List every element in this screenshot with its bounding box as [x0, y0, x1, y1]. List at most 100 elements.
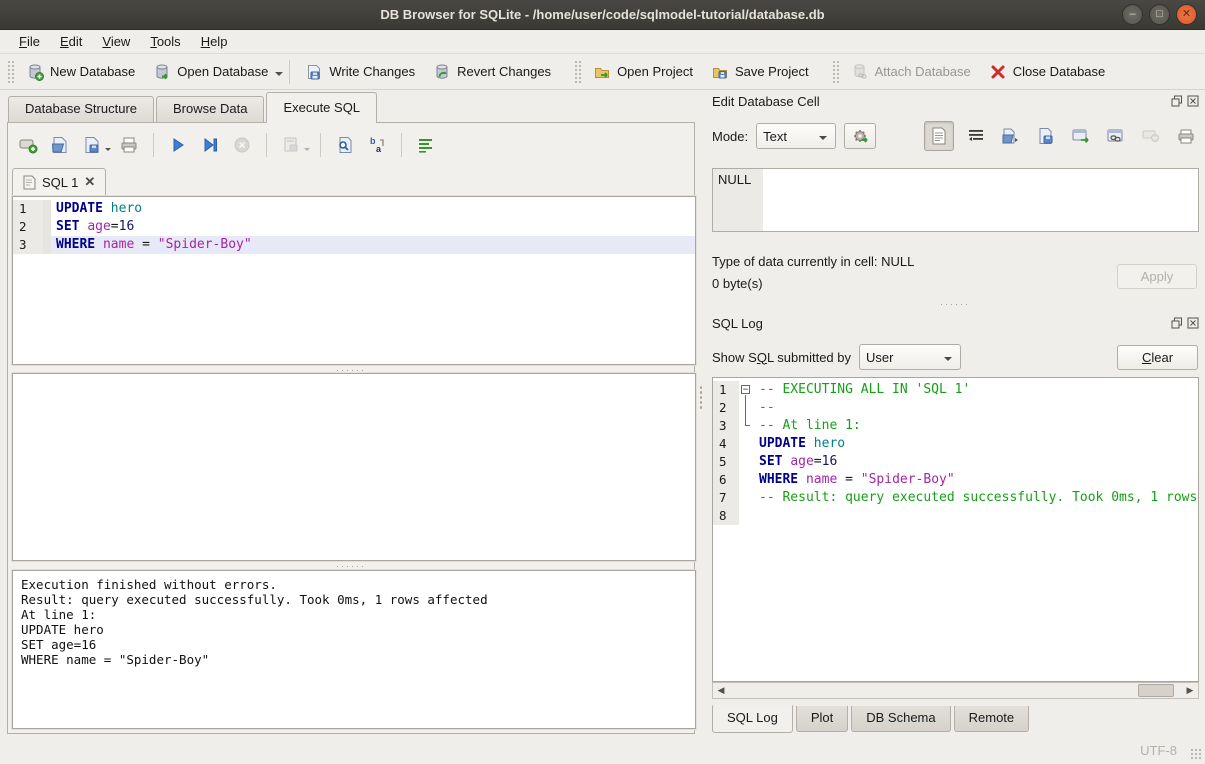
chevron-down-icon — [819, 136, 827, 144]
sql-log-hscrollbar[interactable]: ◀ ▶ — [712, 682, 1199, 699]
scroll-left-icon[interactable]: ◀ — [713, 683, 729, 698]
revert-changes-icon — [433, 63, 451, 81]
save-results-dropdown-icon — [304, 148, 310, 154]
menu-edit[interactable]: Edit — [51, 32, 91, 51]
sql1-tab[interactable]: SQL 1 ✕ — [12, 168, 106, 196]
scroll-right-icon[interactable]: ▶ — [1182, 683, 1198, 698]
dock-tab-bar: SQL Log Plot DB Schema Remote — [712, 706, 1032, 733]
sql1-tab-close-icon[interactable]: ✕ — [84, 174, 95, 190]
code-line: 1UPDATE hero — [13, 200, 695, 218]
dock-tab-db-schema[interactable]: DB Schema — [851, 706, 950, 732]
panel-splitter[interactable] — [697, 90, 705, 735]
execution-message-log[interactable]: Execution finished without errors. Resul… — [12, 570, 696, 729]
save-project-button[interactable]: Save Project — [702, 59, 818, 85]
find-icon — [335, 135, 355, 155]
tab-database-structure[interactable]: Database Structure — [8, 96, 154, 123]
cell-value-gutter: NULL — [713, 169, 763, 231]
find-replace-icon: b a — [367, 135, 387, 155]
word-wrap-toggle-button[interactable] — [412, 132, 440, 158]
cell-value-editor[interactable]: NULL — [712, 168, 1199, 232]
open-sql-file-button[interactable] — [46, 132, 74, 158]
close-dock-icon[interactable] — [1187, 317, 1199, 329]
float-dock-icon[interactable] — [1171, 95, 1183, 107]
execute-current-line-button[interactable] — [196, 132, 224, 158]
close-database-button[interactable]: Close Database — [980, 59, 1115, 85]
new-sql-tab-button[interactable] — [14, 132, 42, 158]
dock-tab-sql-log[interactable]: SQL Log — [712, 705, 793, 733]
open-database-button[interactable]: Open Database — [144, 59, 277, 85]
maximize-icon[interactable]: □ — [1149, 4, 1170, 25]
menu-file[interactable]: File — [10, 32, 49, 51]
write-changes-button[interactable]: Write Changes — [296, 59, 424, 85]
code-line: 5SET age=16 — [713, 453, 1198, 471]
edit-cell-title: Edit Database Cell — [712, 94, 1171, 109]
open-in-external-button[interactable] — [1068, 123, 1094, 149]
save-results-icon — [281, 135, 301, 155]
float-dock-icon[interactable] — [1171, 317, 1183, 329]
menu-help[interactable]: Help — [192, 32, 237, 51]
encoding-label: UTF-8 — [1140, 743, 1177, 758]
code-line: 2SET age=16 — [13, 218, 695, 236]
find-replace-button[interactable]: b a — [363, 132, 391, 158]
submitted-by-select[interactable]: User — [859, 344, 961, 370]
import-data-icon — [1002, 127, 1021, 145]
sql-editor-tab-bar: SQL 1 ✕ — [12, 167, 106, 196]
code-line: 2-- — [713, 399, 1198, 417]
new-database-icon — [26, 63, 44, 81]
title-bar: DB Browser for SQLite - /home/user/code/… — [0, 0, 1205, 30]
open-project-button[interactable]: Open Project — [584, 59, 702, 85]
execute-sql-page: b a — [7, 122, 695, 734]
word-wrap-icon — [967, 128, 985, 144]
find-button[interactable] — [331, 132, 359, 158]
tab-browse-data[interactable]: Browse Data — [156, 96, 264, 123]
toolbar-drag-handle[interactable] — [832, 60, 839, 84]
dock-tab-plot[interactable]: Plot — [796, 706, 848, 732]
print-sql-button[interactable] — [115, 132, 143, 158]
sql-toolbar: b a — [14, 130, 440, 160]
new-database-button[interactable]: New Database — [17, 59, 144, 85]
print-icon — [1177, 128, 1195, 145]
resize-grip-icon[interactable] — [1190, 748, 1203, 761]
dock-tab-remote[interactable]: Remote — [954, 706, 1030, 732]
splitter-handle[interactable]: ······ — [8, 562, 694, 570]
print-cell-button[interactable] — [1173, 123, 1199, 149]
menu-tools[interactable]: Tools — [141, 32, 189, 51]
revert-changes-button[interactable]: Revert Changes — [424, 59, 560, 85]
import-cell-data-button[interactable] — [998, 123, 1024, 149]
close-icon[interactable]: ✕ — [1176, 4, 1197, 25]
sql-log-view[interactable]: 1−-- EXECUTING ALL IN 'SQL 1'2--3-- At l… — [712, 377, 1199, 682]
chevron-down-icon — [944, 357, 952, 365]
export-cell-data-button[interactable] — [1033, 123, 1059, 149]
sql-editor[interactable]: 1UPDATE hero2SET age=163WHERE name = "Sp… — [12, 196, 696, 365]
toolbar-drag-handle[interactable] — [7, 60, 14, 84]
save-sql-dropdown-icon[interactable] — [105, 148, 111, 154]
tab-execute-sql[interactable]: Execute SQL — [266, 92, 377, 123]
save-sql-file-button[interactable] — [78, 132, 106, 158]
clear-log-button[interactable]: Clear — [1117, 345, 1198, 370]
attach-database-button: Attach Database — [842, 59, 980, 85]
open-database-dropdown-icon[interactable] — [275, 72, 283, 80]
scrollbar-thumb[interactable] — [1138, 684, 1174, 697]
main-tab-bar: Database Structure Browse Data Execute S… — [8, 92, 379, 123]
filter-label: Show SQL submitted by — [712, 350, 851, 365]
execute-all-button[interactable] — [164, 132, 192, 158]
open-project-icon — [593, 63, 611, 81]
sql-log-filter-row: Show SQL submitted by User Clear — [712, 342, 1199, 372]
cell-mode-row: Mode: Text — [712, 122, 1199, 150]
code-line: 6WHERE name = "Spider-Boy" — [713, 471, 1198, 489]
menu-view[interactable]: View — [93, 32, 139, 51]
code-line: 4UPDATE hero — [713, 435, 1198, 453]
splitter-handle[interactable]: ······ — [705, 300, 1205, 308]
close-dock-icon[interactable] — [1187, 95, 1199, 107]
text-mode-button[interactable] — [924, 121, 954, 151]
execute-current-line-icon — [200, 135, 220, 155]
results-pane[interactable] — [12, 373, 696, 561]
minimize-icon[interactable]: – — [1122, 4, 1143, 25]
toolbar-drag-handle[interactable] — [574, 60, 581, 84]
copy-cell-link-button[interactable] — [1103, 123, 1129, 149]
sql-file-icon — [23, 175, 36, 190]
cell-word-wrap-button[interactable] — [963, 123, 989, 149]
auto-apply-button[interactable] — [844, 123, 876, 149]
mode-select[interactable]: Text — [756, 123, 836, 149]
text-mode-icon — [931, 127, 947, 145]
